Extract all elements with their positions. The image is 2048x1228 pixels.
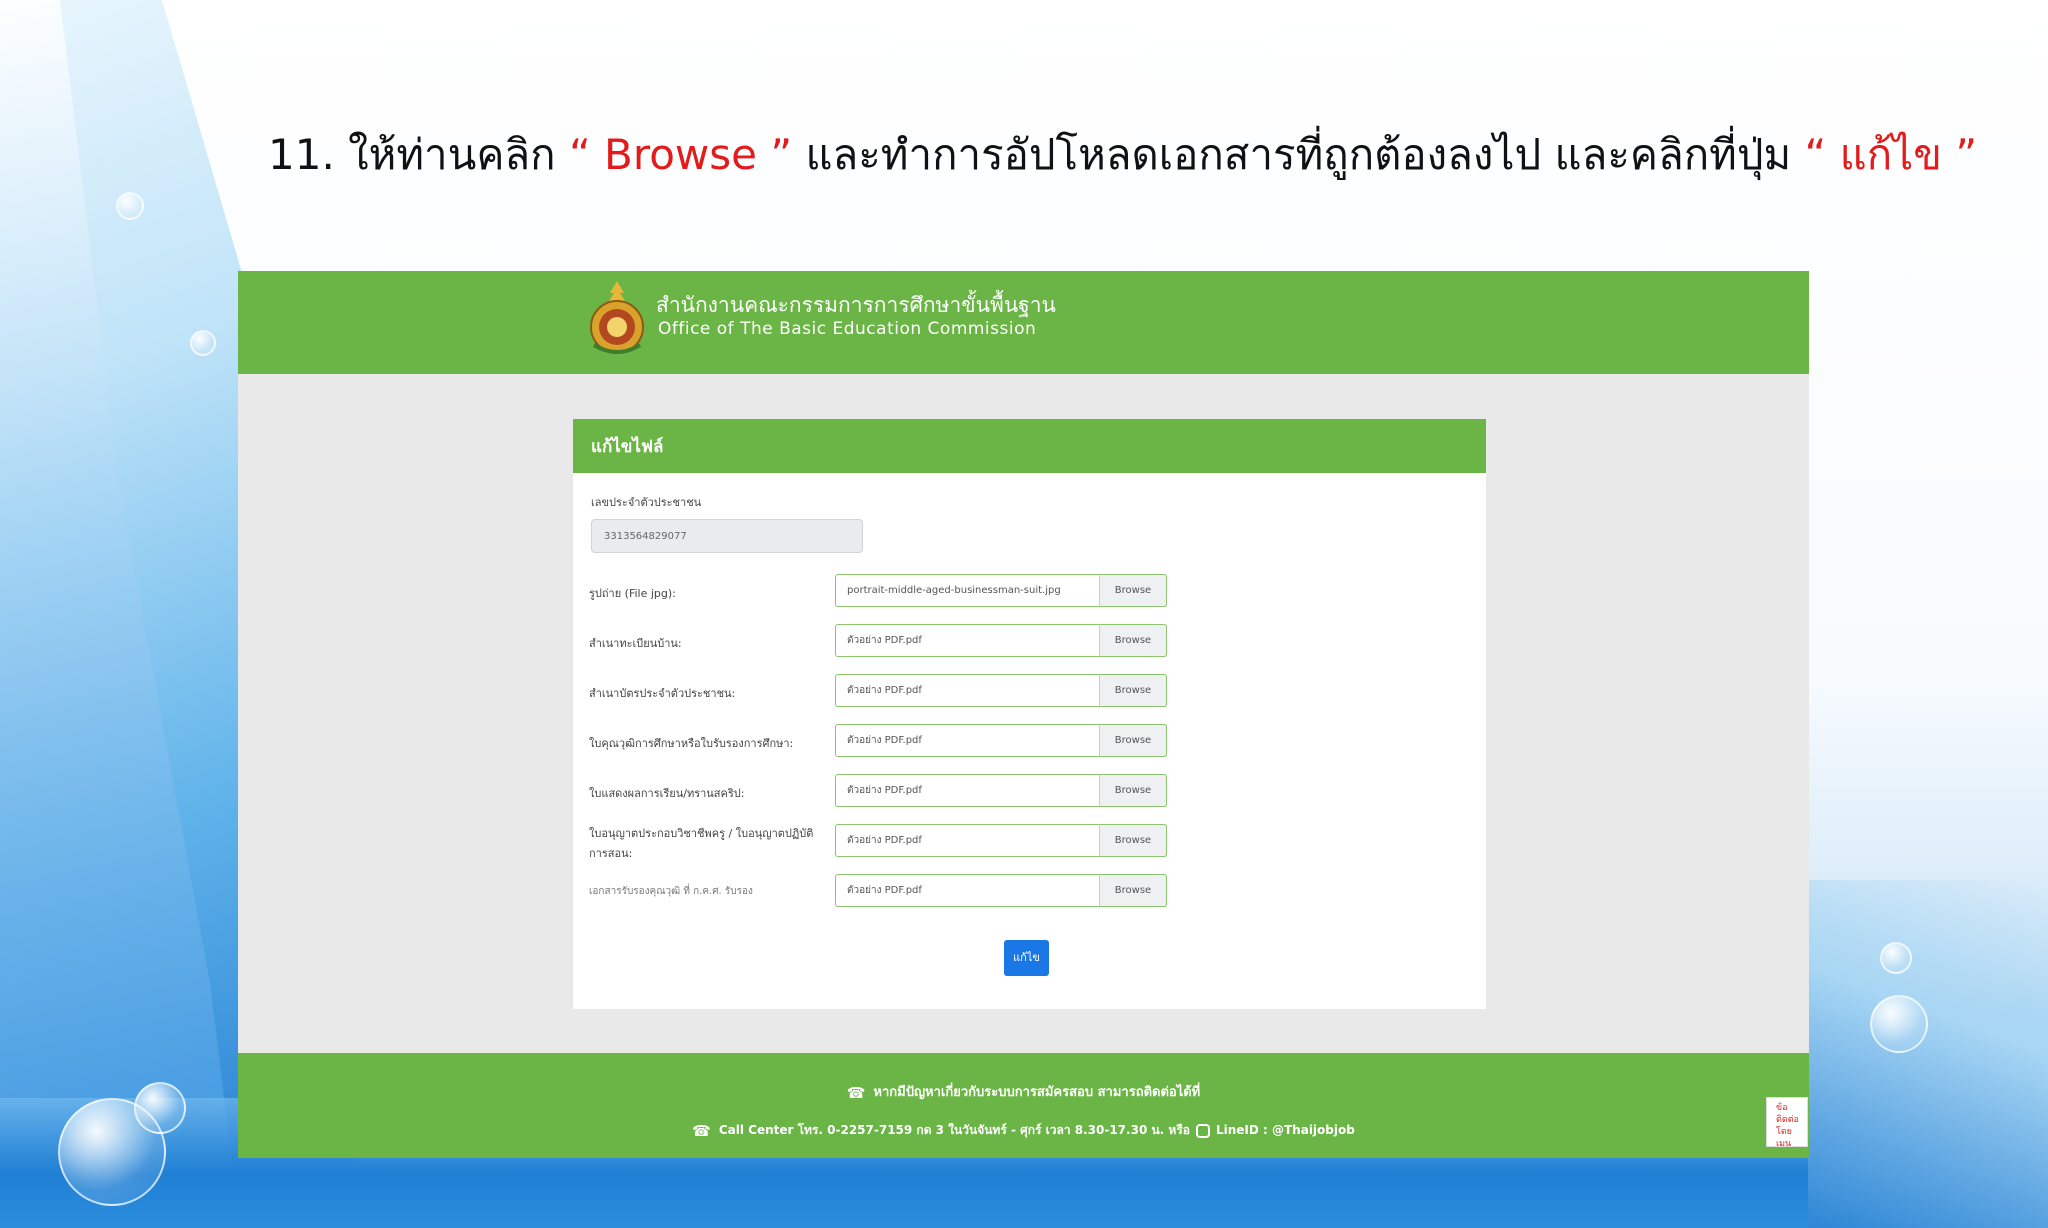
site-footer: ☎ หากมีปัญหาเกี่ยวกับระบบการสมัครสอบ สามา… <box>238 1053 1809 1158</box>
upload-label: เอกสารรับรองคุณวุฒิ ที่ ก.ค.ศ. รับรอง <box>589 886 753 897</box>
browse-button[interactable]: Browse <box>1099 674 1167 707</box>
instruction-browse-highlight: “ Browse ” <box>568 130 793 179</box>
bubble-decoration <box>116 192 144 220</box>
citizen-id-field: 3313564829077 <box>591 519 863 553</box>
footer-help-text: หากมีปัญหาเกี่ยวกับระบบการสมัครสอบ สามาร… <box>873 1085 1201 1100</box>
instruction-prefix: 11. ให้ท่านคลิก <box>268 130 569 179</box>
phone-icon: ☎ <box>846 1083 866 1102</box>
bubble-decoration <box>1870 995 1928 1053</box>
phone-icon: ☎ <box>692 1121 711 1140</box>
app-window: สำนักงานคณะกรรมการการศึกษาขั้นพื้นฐาน Of… <box>238 271 1809 1158</box>
upload-label: สำเนาบัตรประจำตัวประชาชน: <box>589 687 736 700</box>
citizen-id-label: เลขประจำตัวประชาชน <box>591 496 702 509</box>
obec-emblem-icon <box>590 281 644 354</box>
edit-submit-button[interactable]: แก้ไข <box>1004 940 1049 976</box>
upload-label: ใบแสดงผลการเรียน/ทรานสคริป: <box>589 787 745 800</box>
browse-button[interactable]: Browse <box>1099 724 1167 757</box>
upload-label: รูปถ่าย (File jpg): <box>589 587 676 600</box>
footer-contact-line: ☎ Call Center โทร. 0-2257-7159 กด 3 ในวัน… <box>238 1121 1809 1140</box>
instruction-middle: และทำการอัปโหลดเอกสารที่ถูกต้องลงไป และค… <box>792 130 1805 179</box>
edit-file-card: แก้ไขไฟล์ เลขประจำตัวประชาชน 33135648290… <box>573 419 1486 1009</box>
browse-button[interactable]: Browse <box>1099 824 1167 857</box>
upload-row-photo: รูปถ่าย (File jpg): portrait-middle-aged… <box>573 574 1486 614</box>
footer-call-center-text: Call Center โทร. 0-2257-7159 กด 3 ในวันจ… <box>718 1123 1190 1137</box>
line-app-icon <box>1195 1123 1210 1138</box>
upload-label: สำเนาทะเบียนบ้าน: <box>589 637 682 650</box>
upload-row-qualification-certificate: เอกสารรับรองคุณวุฒิ ที่ ก.ค.ศ. รับรอง ตั… <box>573 874 1486 914</box>
browse-button[interactable]: Browse <box>1099 574 1167 607</box>
upload-row-house-registration: สำเนาทะเบียนบ้าน: ตัวอย่าง PDF.pdf Brows… <box>573 624 1486 664</box>
upload-row-teaching-license: ใบอนุญาตประกอบวิชาชีพครู / ใบอนุญาตปฏิบั… <box>573 824 1486 864</box>
contact-side-tab[interactable]: ข้อติดต่อ โดยเมนู ไซต์ <box>1766 1097 1808 1147</box>
footer-line-id[interactable]: LineID : @Thaijobjob <box>1216 1123 1355 1137</box>
card-title: แก้ไขไฟล์ <box>573 419 1486 473</box>
upload-label: ใบอนุญาตประกอบวิชาชีพครู / ใบอนุญาตปฏิบั… <box>589 827 814 860</box>
instruction-heading: 11. ให้ท่านคลิก “ Browse ” และทำการอัปโห… <box>268 122 1977 188</box>
upload-row-id-card: สำเนาบัตรประจำตัวประชาชน: ตัวอย่าง PDF.p… <box>573 674 1486 714</box>
site-header: สำนักงานคณะกรรมการการศึกษาขั้นพื้นฐาน Of… <box>238 271 1809 374</box>
browse-button[interactable]: Browse <box>1099 874 1167 907</box>
instruction-edit-highlight: “ แก้ไข ” <box>1804 130 1978 179</box>
bubble-decoration <box>190 330 216 356</box>
browse-button[interactable]: Browse <box>1099 624 1167 657</box>
org-name-thai: สำนักงานคณะกรรมการการศึกษาขั้นพื้นฐาน <box>656 293 1056 317</box>
upload-row-degree: ใบคุณวุฒิการศึกษาหรือใบรับรองการศึกษา: ต… <box>573 724 1486 764</box>
browse-button[interactable]: Browse <box>1099 774 1167 807</box>
bubble-decoration <box>134 1082 186 1134</box>
background-wave-right <box>1808 880 2048 1228</box>
org-name-english: Office of The Basic Education Commission <box>658 319 1037 339</box>
footer-help-line: ☎ หากมีปัญหาเกี่ยวกับระบบการสมัครสอบ สามา… <box>238 1081 1809 1102</box>
bubble-decoration <box>1880 942 1912 974</box>
upload-label: ใบคุณวุฒิการศึกษาหรือใบรับรองการศึกษา: <box>589 737 794 750</box>
upload-row-transcript: ใบแสดงผลการเรียน/ทรานสคริป: ตัวอย่าง PDF… <box>573 774 1486 814</box>
